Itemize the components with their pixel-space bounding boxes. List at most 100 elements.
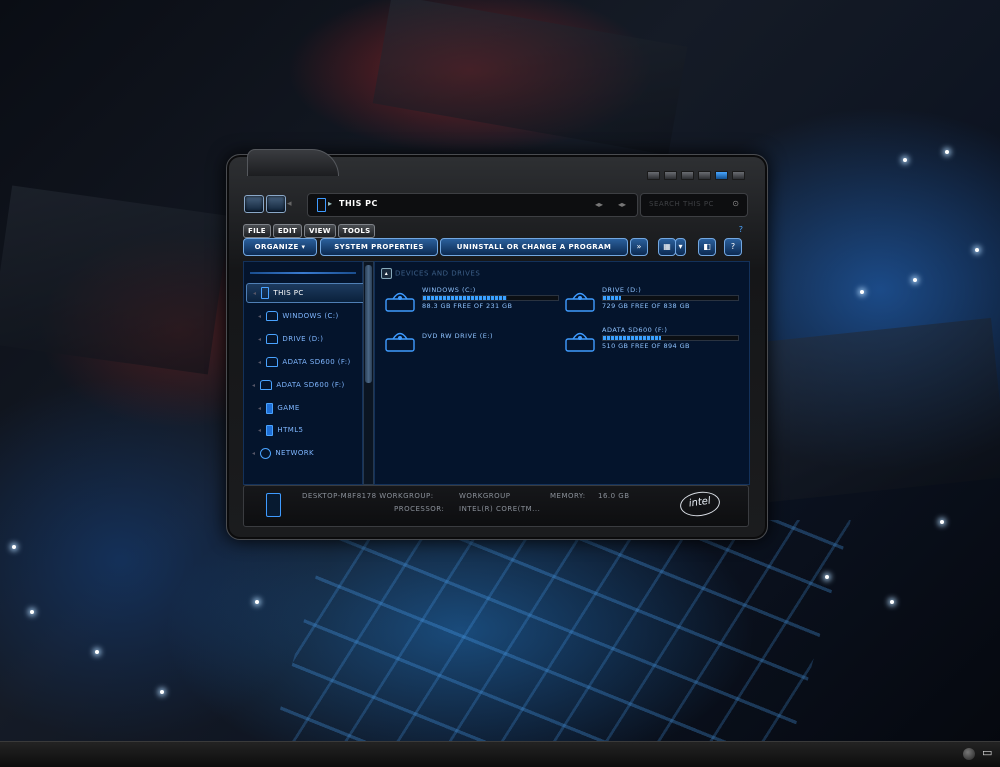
sidebar-item-label: ADATA SD600 (F:): [276, 381, 345, 389]
intel-logo: intel: [678, 489, 722, 519]
help-icon[interactable]: ?: [739, 225, 743, 234]
dropdown-icon[interactable]: ◂▸: [595, 200, 603, 209]
sidebar-item-label: HTML5: [277, 426, 304, 434]
window-button-2[interactable]: [664, 171, 677, 180]
memory-value: 16.0 GB: [598, 492, 630, 500]
system-properties-button[interactable]: SYSTEM PROPERTIES: [320, 238, 438, 256]
sidebar-item-game[interactable]: ◂ GAME: [258, 399, 300, 417]
expand-icon[interactable]: ◂: [252, 450, 255, 457]
drive-usage-bar: [602, 295, 739, 301]
drive-tile-d[interactable]: DRIVE (D:) 729 GB FREE OF 838 GB: [565, 286, 740, 326]
window-button-5[interactable]: [715, 171, 728, 180]
processor-label: PROCESSOR:: [394, 505, 445, 513]
menu-tools[interactable]: TOOLS: [337, 224, 376, 238]
drive-free-space: 88.3 GB FREE OF 231 GB: [422, 302, 513, 310]
computer-name: DESKTOP-M8F8178 WORKGROUP:: [302, 492, 434, 500]
drive-usage-fill: [603, 336, 662, 340]
uninstall-program-button[interactable]: UNINSTALL OR CHANGE A PROGRAM: [440, 238, 628, 256]
window-button-3[interactable]: [681, 171, 694, 180]
pc-icon: [266, 493, 281, 517]
expand-icon[interactable]: ◂: [258, 336, 261, 343]
drive-name: DVD RW DRIVE (E:): [422, 332, 494, 340]
navigation-scrollbar[interactable]: [363, 261, 374, 485]
drive-free-space: 729 GB FREE OF 838 GB: [602, 302, 690, 310]
collapse-icon[interactable]: ▴: [381, 268, 392, 279]
address-bar[interactable]: ▸ THIS PC ◂▸ ◂▸: [307, 193, 638, 217]
system-tray-orb-icon[interactable]: [963, 748, 975, 760]
sidebar-item-adata-f-root[interactable]: ◂ ADATA SD600 (F:): [252, 376, 345, 394]
sidebar-item-drive-d[interactable]: ◂ DRIVE (D:): [258, 330, 323, 348]
breadcrumb[interactable]: THIS PC: [339, 199, 378, 208]
dvd-drive-icon: [385, 332, 415, 352]
drive-free-space: 510 GB FREE OF 894 GB: [602, 342, 690, 350]
sidebar-item-label: DRIVE (D:): [282, 335, 324, 343]
navigation-pane: ◂ THIS PC ◂ WINDOWS (C:) ◂ DRIVE (D:) ◂ ADAT…: [243, 261, 367, 485]
menu-view[interactable]: VIEW: [304, 224, 336, 238]
search-box[interactable]: SEARCH THIS PC ⊙: [640, 193, 748, 217]
drive-name: ADATA SD600 (F:): [602, 326, 668, 334]
search-icon[interactable]: ⊙: [732, 199, 739, 208]
drive-icon: [266, 334, 279, 344]
processor-value: INTEL(R) CORE(TM...: [459, 505, 541, 513]
sidebar-item-network[interactable]: ◂ NETWORK: [252, 444, 314, 462]
expand-icon[interactable]: ◂: [258, 359, 261, 366]
group-header-label: DEVICES AND DRIVES: [395, 269, 481, 278]
expand-icon[interactable]: ◂: [258, 405, 261, 412]
sidebar-item-this-pc[interactable]: ◂ THIS PC: [246, 283, 367, 303]
globe-icon: [260, 447, 272, 459]
memory-label: MEMORY:: [550, 492, 586, 500]
menu-file[interactable]: FILE: [243, 224, 271, 238]
folder-icon: [266, 424, 274, 436]
sidebar-item-label: THIS PC: [273, 289, 304, 297]
search-input[interactable]: SEARCH THIS PC: [649, 200, 714, 208]
expand-icon[interactable]: ◂: [252, 382, 255, 389]
more-commands-button[interactable]: »: [630, 238, 648, 256]
menu-edit[interactable]: EDIT: [272, 224, 303, 238]
window-button-6[interactable]: [732, 171, 745, 180]
drive-icon: [260, 380, 273, 390]
content-pane: ▴ DEVICES AND DRIVES WINDOWS (C:) 88.3 GB…: [374, 261, 750, 485]
explorer-window: ◂ ▸ THIS PC ◂▸ ◂▸ SEARCH THIS PC ⊙ FILE …: [226, 149, 768, 540]
drive-usage-fill: [603, 296, 621, 300]
window-controls: [647, 171, 745, 180]
tray-folder-icon[interactable]: ▭: [982, 747, 995, 759]
expand-icon[interactable]: ◂: [253, 290, 256, 297]
refresh-icon[interactable]: ◂▸: [618, 200, 626, 209]
organize-button[interactable]: ORGANIZE ▾: [243, 238, 317, 256]
workgroup-value: WORKGROUP: [459, 492, 511, 500]
recent-pages-icon[interactable]: ◂: [287, 199, 292, 209]
drive-tile-c[interactable]: WINDOWS (C:) 88.3 GB FREE OF 231 GB: [385, 286, 560, 326]
forward-button[interactable]: [266, 195, 286, 213]
drive-icon: [565, 292, 595, 312]
preview-pane-icon[interactable]: ◧: [698, 238, 716, 256]
drive-usage-bar: [422, 295, 559, 301]
folder-icon: [266, 402, 274, 414]
group-header[interactable]: ▴ DEVICES AND DRIVES: [381, 268, 480, 279]
drive-name: DRIVE (D:): [602, 286, 642, 294]
window-notch: [247, 149, 339, 176]
window-button-4[interactable]: [698, 171, 711, 180]
view-options-icon[interactable]: ▦: [658, 238, 676, 256]
drive-usage-bar: [602, 335, 739, 341]
expand-icon[interactable]: ◂: [258, 427, 261, 434]
sidebar-item-label: ADATA SD600 (F:): [282, 358, 351, 366]
view-dropdown-icon[interactable]: ▾: [675, 238, 686, 256]
drive-icon: [266, 311, 279, 321]
chevron-right-icon[interactable]: ▸: [328, 199, 332, 208]
drive-tile-f[interactable]: ADATA SD600 (F:) 510 GB FREE OF 894 GB: [565, 326, 740, 366]
drive-tile-e[interactable]: DVD RW DRIVE (E:): [385, 326, 560, 366]
drive-usage-fill: [423, 296, 507, 300]
sidebar-item-windows-c[interactable]: ◂ WINDOWS (C:): [258, 307, 339, 325]
scrollbar-thumb[interactable]: [365, 265, 372, 383]
menu-bar: FILE EDIT VIEW TOOLS: [243, 224, 376, 238]
pc-icon: [261, 287, 270, 299]
favorites-divider: [250, 272, 356, 274]
details-pane: DESKTOP-M8F8178 WORKGROUP: WORKGROUP MEM…: [243, 485, 749, 527]
command-bar: ORGANIZE ▾ SYSTEM PROPERTIES UNINSTALL O…: [243, 238, 747, 258]
sidebar-item-adata-f[interactable]: ◂ ADATA SD600 (F:): [258, 353, 351, 371]
help-button[interactable]: ?: [724, 238, 742, 256]
window-button-1[interactable]: [647, 171, 660, 180]
back-button[interactable]: [244, 195, 264, 213]
sidebar-item-html5[interactable]: ◂ HTML5: [258, 421, 303, 439]
expand-icon[interactable]: ◂: [258, 313, 261, 320]
